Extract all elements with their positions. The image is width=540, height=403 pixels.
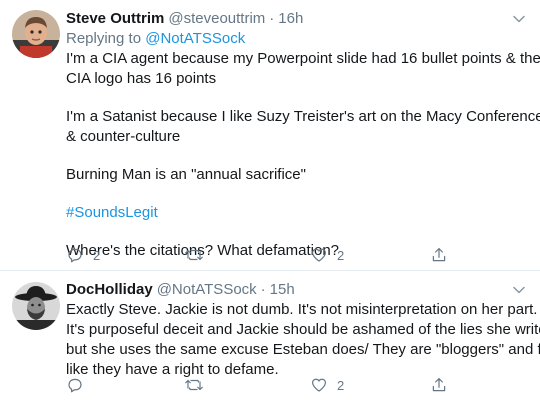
tweet-text-line: I'm a Satanist because I like Suzy Treis…: [66, 108, 540, 125]
share-button[interactable]: [430, 375, 448, 395]
more-options-button[interactable]: [512, 283, 526, 297]
chevron-down-icon: [513, 15, 525, 23]
tweet-text: Exactly Steve. Jackie is not dumb. It's …: [66, 300, 540, 380]
replying-to: Replying to @NotATSSock: [66, 29, 518, 49]
share-icon: [432, 248, 446, 262]
tweet-content: DocHolliday @NotATSSock · 15h Exactly St…: [66, 280, 540, 380]
chevron-down-icon: [513, 286, 525, 294]
heart-icon: [312, 248, 326, 262]
tweet-actions: 2: [66, 375, 466, 395]
reply-icon: [68, 378, 82, 393]
author-handle[interactable]: @steveouttrim: [168, 9, 265, 29]
like-button[interactable]: 2: [310, 245, 344, 265]
hashtag-link[interactable]: #SoundsLegit: [66, 203, 518, 223]
reply-icon: [68, 248, 82, 263]
tweet-text: I'm a CIA agent because my Powerpoint sl…: [66, 49, 540, 261]
tweet-text-line: Burning Man is an "annual sacrifice": [66, 166, 306, 183]
avatar[interactable]: [12, 10, 60, 58]
user-avatar-icon: [12, 10, 60, 58]
author-handle[interactable]: @NotATSSock: [157, 280, 257, 300]
tweet-text-line: It's purposeful deceit and Jackie should…: [66, 321, 540, 338]
more-options-button[interactable]: [512, 12, 526, 26]
replying-prefix: Replying to: [66, 30, 142, 47]
tweet[interactable]: DocHolliday @NotATSSock · 15h Exactly St…: [0, 271, 540, 403]
share-icon: [432, 378, 446, 392]
retweet-button[interactable]: [184, 245, 213, 265]
tweet-text-line: CIA logo has 16 points: [66, 70, 217, 87]
avatar[interactable]: [12, 282, 60, 330]
tweet-header: DocHolliday @NotATSSock · 15h: [66, 280, 518, 300]
retweet-button[interactable]: [184, 375, 213, 395]
reply-button[interactable]: 2: [66, 245, 100, 265]
tweet-timestamp[interactable]: 16h: [278, 9, 303, 29]
tweet[interactable]: Steve Outtrim @steveouttrim · 16h Replyi…: [0, 0, 540, 270]
tweet-content: Steve Outtrim @steveouttrim · 16h Replyi…: [66, 9, 540, 261]
like-count: 2: [337, 377, 345, 393]
author-name[interactable]: DocHolliday: [66, 280, 153, 300]
retweet-icon: [185, 379, 203, 391]
tweet-text-line: but she uses the same excuse Esteban doe…: [66, 341, 540, 358]
separator-dot: ·: [269, 10, 275, 27]
tweet-timestamp[interactable]: 15h: [270, 280, 295, 300]
tweet-text-line: I'm a CIA agent because my Powerpoint sl…: [66, 50, 540, 67]
author-name[interactable]: Steve Outtrim: [66, 9, 164, 29]
tweet-text-line: & counter-culture: [66, 128, 181, 145]
heart-icon: [312, 378, 326, 392]
reply-button[interactable]: [66, 375, 93, 395]
retweet-icon: [185, 249, 203, 261]
mention-link[interactable]: @NotATSSock: [145, 30, 245, 47]
like-count: 2: [337, 247, 345, 263]
tweet-header: Steve Outtrim @steveouttrim · 16h: [66, 9, 518, 29]
share-button[interactable]: [430, 245, 448, 265]
separator-dot: ·: [260, 281, 266, 298]
like-button[interactable]: 2: [310, 375, 344, 395]
tweet-text-line: Exactly Steve. Jackie is not dumb. It's …: [66, 301, 538, 318]
reply-count: 2: [93, 247, 101, 263]
user-avatar-icon: [12, 282, 60, 330]
tweet-actions: 2 2: [66, 245, 466, 265]
